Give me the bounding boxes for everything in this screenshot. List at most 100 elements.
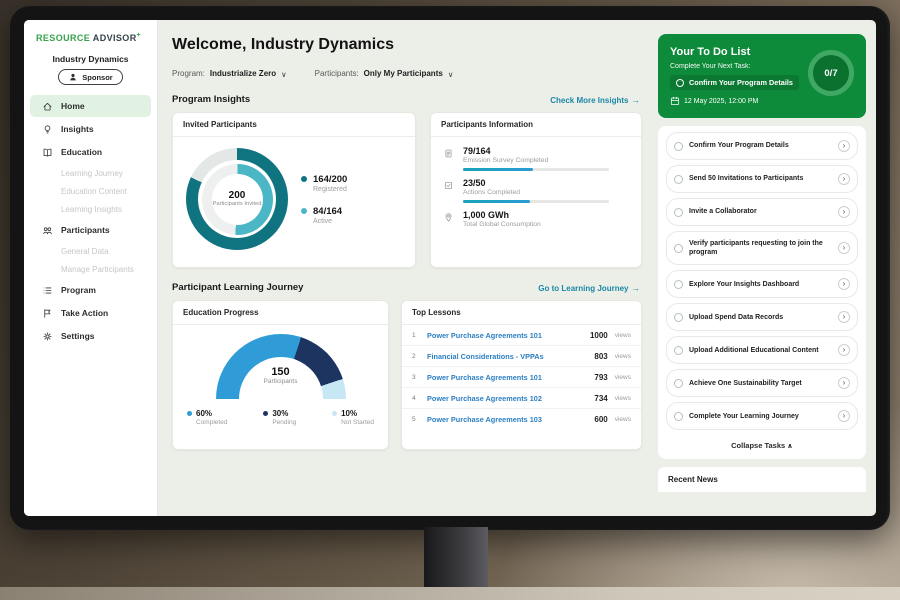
lesson-link[interactable]: Financial Considerations - VPPAs <box>427 352 587 361</box>
task-checkbox[interactable] <box>676 79 684 87</box>
invited-donut-inner: 200 Participants Invited <box>202 164 273 235</box>
gear-icon <box>42 330 54 342</box>
sidebar-item-home[interactable]: Home <box>30 95 151 117</box>
task-checkbox[interactable] <box>674 244 683 253</box>
chevron-right-icon[interactable] <box>838 311 850 323</box>
go-to-learning-journey-link[interactable]: Go to Learning Journey <box>538 283 640 293</box>
task-checkbox[interactable] <box>674 175 683 184</box>
lesson-link[interactable]: Power Purchase Agreements 103 <box>427 415 587 424</box>
sidebar-item-settings[interactable]: Settings <box>30 325 151 347</box>
task-checkbox[interactable] <box>674 280 683 289</box>
task-row[interactable]: Achieve One Sustainability Target <box>666 369 858 397</box>
invited-donut-outer: 200 Participants Invited <box>186 148 288 250</box>
page-title: Welcome, Industry Dynamics <box>172 36 642 54</box>
lesson-views: 803 <box>594 352 607 361</box>
sidebar-item-learning-insights[interactable]: Learning Insights <box>30 200 151 218</box>
legend-label: Active <box>313 218 342 225</box>
card-title: Invited Participants <box>173 113 415 137</box>
task-label: Upload Spend Data Records <box>689 313 832 322</box>
task-checkbox[interactable] <box>674 208 683 217</box>
logo-part1: RESOURCE <box>36 33 90 43</box>
chevron-right-icon[interactable] <box>838 206 850 218</box>
lesson-rank: 2 <box>412 353 420 360</box>
sidebar-item-take-action[interactable]: Take Action <box>30 302 151 324</box>
task-row[interactable]: Upload Additional Educational Content <box>666 336 858 364</box>
chevron-right-icon[interactable] <box>838 173 850 185</box>
task-due-date: 12 May 2025, 12:00 PM <box>670 96 854 106</box>
chevron-right-icon[interactable] <box>838 344 850 356</box>
card-title: Education Progress <box>173 301 388 325</box>
chevron-right-icon[interactable] <box>838 140 850 152</box>
participants-filter-dropdown[interactable]: Participants: Only My Participants <box>315 64 454 82</box>
flag-icon <box>42 307 54 319</box>
stat-global-consumption: 1,000 GWh Total Global Consumption <box>443 210 629 228</box>
card-title: Participants Information <box>431 113 641 137</box>
task-row[interactable]: Confirm Your Program Details <box>666 132 858 160</box>
sidebar-item-label: Education <box>61 147 102 157</box>
lesson-rank: 3 <box>412 374 420 381</box>
collapse-tasks-button[interactable]: Collapse Tasks <box>666 435 858 457</box>
todo-progress-ring: 0/7 <box>808 50 854 96</box>
lesson-link[interactable]: Power Purchase Agreements 101 <box>427 373 587 382</box>
task-checkbox[interactable] <box>674 142 683 151</box>
recent-news-header[interactable]: Recent News <box>658 467 866 492</box>
task-row[interactable]: Verify participants requesting to join t… <box>666 231 858 265</box>
stat-value: 79/164 <box>463 146 609 156</box>
views-suffix: views <box>615 353 631 360</box>
views-suffix: views <box>615 395 631 402</box>
task-row[interactable]: Upload Spend Data Records <box>666 303 858 331</box>
lesson-link[interactable]: Power Purchase Agreements 101 <box>427 331 583 340</box>
monitor-bezel: RESOURCE ADVISOR+ Industry Dynamics Spon… <box>10 6 890 530</box>
sidebar-item-label: Insights <box>61 124 94 134</box>
chevron-right-icon[interactable] <box>838 278 850 290</box>
sidebar-item-education-content[interactable]: Education Content <box>30 182 151 200</box>
lesson-link[interactable]: Power Purchase Agreements 102 <box>427 394 587 403</box>
legend-item: 10% Not Started <box>332 409 374 426</box>
progress-track <box>463 200 609 203</box>
chevron-right-icon[interactable] <box>838 377 850 389</box>
legend-label: Registered <box>313 186 347 193</box>
chevron-down-icon <box>281 64 287 82</box>
sidebar-item-insights[interactable]: Insights <box>30 118 151 140</box>
legend-dot <box>263 411 268 416</box>
legend-value: 60% <box>196 409 212 418</box>
sidebar-item-manage-participants[interactable]: Manage Participants <box>30 260 151 278</box>
sponsor-badge[interactable]: Sponsor <box>58 69 122 85</box>
program-insights-header: Program Insights Check More Insights <box>172 94 640 105</box>
sidebar-item-learning-journey[interactable]: Learning Journey <box>30 164 151 182</box>
stat-value: 1,000 GWh <box>463 210 541 220</box>
clipboard-icon <box>443 146 455 171</box>
sidebar-nav: Home Insights Education Learning Journey… <box>24 95 157 347</box>
education-gauge-wrap: 150 Participants <box>216 334 346 400</box>
task-row[interactable]: Explore Your Insights Dashboard <box>666 270 858 298</box>
task-checkbox[interactable] <box>674 313 683 322</box>
lightbulb-icon <box>42 123 54 135</box>
task-label: Complete Your Learning Journey <box>689 412 832 421</box>
next-task[interactable]: Confirm Your Program Details <box>670 75 799 90</box>
task-row[interactable]: Send 50 Invitations to Participants <box>666 165 858 193</box>
todo-summary-card: Your To Do List Complete Your Next Task:… <box>658 34 866 118</box>
lesson-views: 734 <box>594 394 607 403</box>
program-filter-dropdown[interactable]: Program: Industrialize Zero <box>172 64 287 82</box>
task-checkbox[interactable] <box>674 379 683 388</box>
sidebar-item-participants[interactable]: Participants <box>30 219 151 241</box>
invited-legend: 164/200 Registered 84/164 Active <box>301 174 347 225</box>
task-row[interactable]: Invite a Collaborator <box>666 198 858 226</box>
lesson-row: 2 Financial Considerations - VPPAs 803 v… <box>402 346 641 367</box>
insights-cards-row: Invited Participants 200 Participants In… <box>172 112 642 268</box>
donut-center-value: 200 <box>229 190 246 201</box>
sidebar-item-general-data[interactable]: General Data <box>30 242 151 260</box>
legend-label: Not Started <box>341 419 374 426</box>
stat-value: 23/50 <box>463 178 609 188</box>
sidebar-item-program[interactable]: Program <box>30 279 151 301</box>
check-more-insights-link[interactable]: Check More Insights <box>550 95 640 105</box>
todo-panel: Your To Do List Complete Your Next Task:… <box>652 20 876 516</box>
chevron-right-icon[interactable] <box>838 410 850 422</box>
location-pin-icon <box>443 210 455 228</box>
sidebar-item-education[interactable]: Education <box>30 141 151 163</box>
task-checkbox[interactable] <box>674 412 683 421</box>
sponsor-label: Sponsor <box>82 73 112 82</box>
task-checkbox[interactable] <box>674 346 683 355</box>
task-row[interactable]: Complete Your Learning Journey <box>666 402 858 430</box>
chevron-right-icon[interactable] <box>838 242 850 254</box>
